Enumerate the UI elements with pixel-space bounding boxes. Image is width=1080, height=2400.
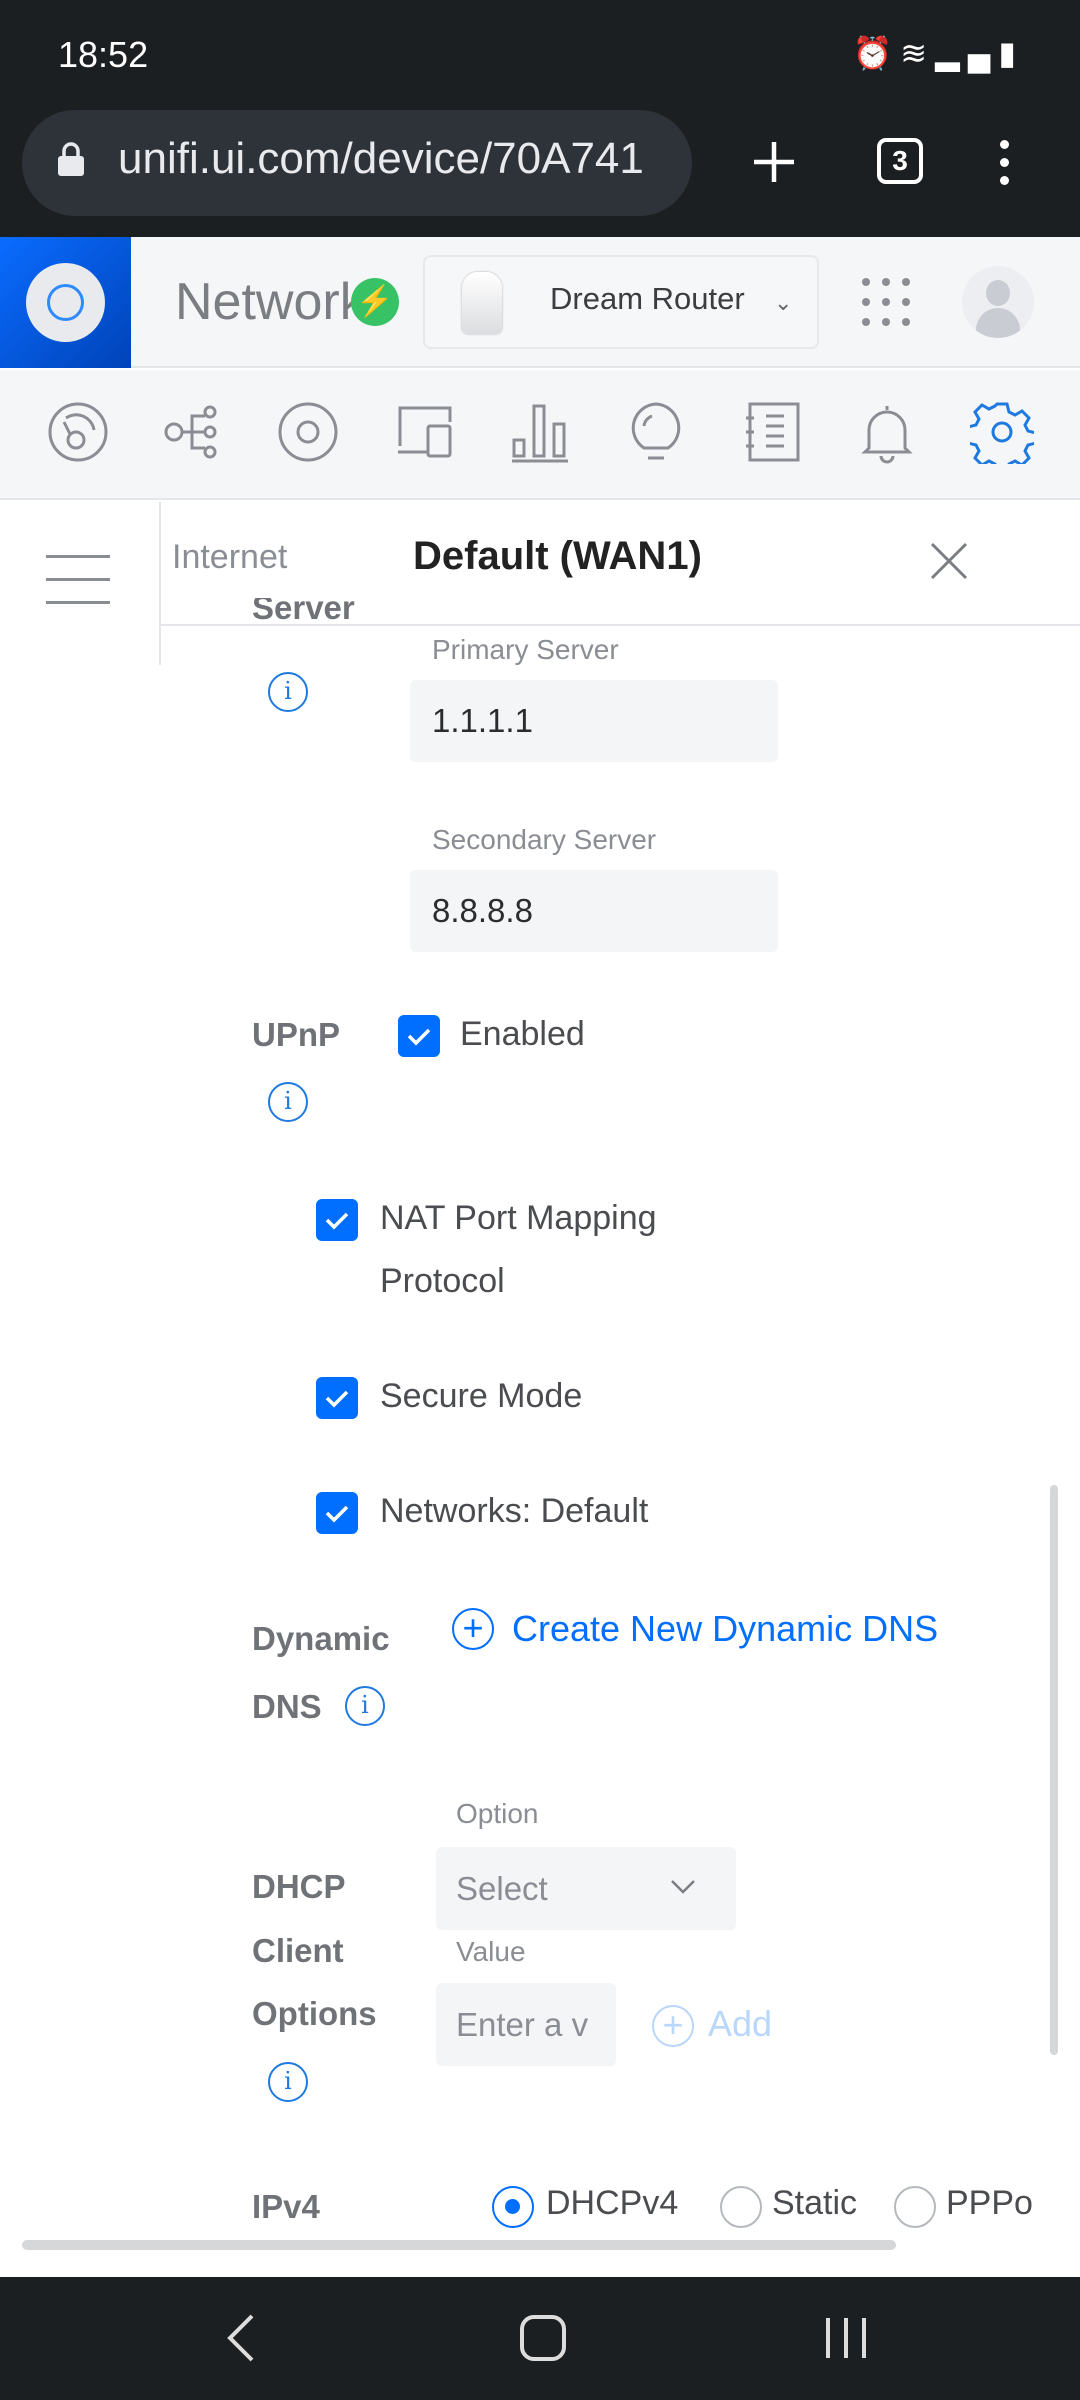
logs-icon[interactable] [740, 400, 804, 464]
option-select-value: Select [456, 1869, 548, 1907]
dhcp-label-cont2: Options [252, 1995, 377, 2032]
info-icon[interactable]: i [268, 1082, 308, 1122]
ipv4-row: IPv4 DHCPv4 Static PPPo [0, 2180, 1040, 2235]
recent-apps-icon[interactable] [824, 2316, 868, 2360]
nat-pmp-label-cont: Protocol [380, 1262, 505, 1300]
dynamic-dns-label: Dynamic [252, 1620, 390, 1657]
menu-icon[interactable] [46, 555, 110, 605]
lock-icon [58, 142, 84, 176]
topology-icon[interactable] [160, 400, 224, 464]
close-icon[interactable] [928, 540, 970, 582]
radio-dhcpv4-label: DHCPv4 [546, 2184, 679, 2222]
alarm-icon: ⏰ [852, 35, 901, 71]
router-image [462, 272, 502, 334]
value-label: Value [456, 1936, 526, 1967]
ipv4-label: IPv4 [252, 2188, 320, 2225]
nat-pmp-label: NAT Port Mapping [380, 1199, 657, 1237]
avatar[interactable] [962, 266, 1034, 338]
chevron-down-icon: ⌄ [774, 290, 793, 315]
dhcp-label-cont: Client [252, 1932, 344, 1969]
new-tab-icon[interactable] [752, 140, 796, 184]
browser-menu-icon[interactable] [998, 140, 1010, 186]
statistics-icon[interactable] [508, 400, 572, 464]
home-icon[interactable] [520, 2315, 566, 2361]
back-icon[interactable] [226, 2314, 256, 2362]
signal-icon: ▂▄ [935, 35, 999, 71]
dhcp-label: DHCP [252, 1868, 346, 1905]
upnp-label: UPnP [252, 1016, 341, 1053]
secondary-server-label: Secondary Server [432, 824, 657, 855]
clock: 18:52 [58, 34, 149, 75]
upnp-enabled-label: Enabled [460, 1015, 585, 1053]
networks-label: Networks: Default [380, 1492, 649, 1530]
info-icon[interactable]: i [268, 2062, 308, 2102]
app-name: Network [175, 273, 366, 331]
insights-icon[interactable] [624, 400, 688, 464]
bolt-icon: ⚡ [351, 278, 399, 326]
radio-dhcpv4[interactable] [492, 2186, 534, 2228]
radio-static[interactable] [720, 2186, 762, 2228]
horizontal-scrollbar[interactable] [22, 2240, 896, 2250]
url-text[interactable]: unifi.ui.com/device/70A741 [118, 134, 678, 184]
dashboard-icon[interactable] [46, 400, 110, 464]
panel-title: Default (WAN1) [413, 534, 702, 578]
tab-internet[interactable]: Internet [172, 538, 287, 577]
system-icons: ⏰≋▂▄▮ [852, 34, 1024, 72]
nat-pmp-checkbox[interactable] [316, 1199, 358, 1241]
radio-pppoe-label: PPPo [946, 2184, 1033, 2222]
tab-switcher-button[interactable]: 3 [877, 138, 923, 184]
option-select[interactable]: Select [436, 1847, 736, 1930]
upnp-enabled-checkbox[interactable] [398, 1015, 440, 1057]
plus-circle-icon[interactable]: + [452, 1608, 494, 1650]
info-icon[interactable]: i [345, 1686, 385, 1726]
battery-icon: ▮ [998, 35, 1024, 71]
wifi-icon: ≋ [900, 35, 936, 71]
settings-icon[interactable] [970, 400, 1034, 464]
chevron-down-icon [671, 1880, 695, 1894]
secure-mode-checkbox[interactable] [316, 1377, 358, 1419]
unifi-logo[interactable] [0, 237, 131, 368]
devices-icon[interactable] [276, 400, 340, 464]
app-grid-icon[interactable] [862, 278, 914, 330]
radio-pppoe[interactable] [894, 2186, 936, 2228]
secure-mode-label: Secure Mode [380, 1377, 583, 1415]
radio-static-label: Static [772, 2184, 858, 2222]
vertical-scrollbar[interactable] [1050, 1485, 1058, 2055]
plus-circle-icon[interactable]: + [652, 2005, 694, 2047]
alerts-icon[interactable] [855, 400, 919, 464]
info-icon[interactable]: i [268, 672, 308, 712]
dns-server-label: Server [252, 598, 355, 626]
secondary-server-input[interactable]: 8.8.8.8 [410, 870, 778, 952]
primary-server-label: Primary Server [432, 634, 619, 665]
primary-server-input[interactable]: 1.1.1.1 [410, 680, 778, 762]
networks-checkbox[interactable] [316, 1492, 358, 1534]
add-button[interactable]: Add [708, 2003, 772, 2045]
clients-icon[interactable] [394, 400, 458, 464]
create-dynamic-dns-link[interactable]: Create New Dynamic DNS [512, 1608, 938, 1650]
value-input[interactable]: Enter a v [436, 1983, 616, 2066]
device-name: Dream Router [550, 281, 745, 316]
option-label: Option [456, 1798, 539, 1829]
dynamic-dns-label-cont: DNS [252, 1688, 322, 1725]
